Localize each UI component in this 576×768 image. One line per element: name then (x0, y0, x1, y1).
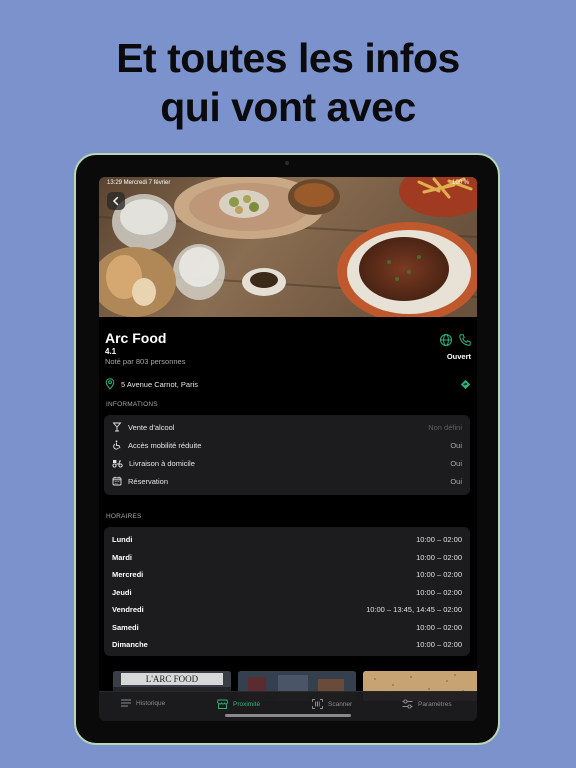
rating-count: Noté par 803 personnes (105, 357, 186, 366)
tab-label: Scanner (328, 700, 353, 708)
restaurant-hero-photo: 13:29 Mercredi 7 février 100 % (99, 177, 477, 317)
home-indicator (225, 714, 351, 717)
back-button[interactable] (107, 192, 125, 210)
barcode-scan-icon (312, 699, 323, 709)
info-value: Non défini (428, 422, 462, 432)
phone-icon[interactable] (458, 333, 472, 347)
status-battery: 100 % (451, 180, 469, 186)
horaires-section-title: HORAIRES (106, 513, 142, 520)
tab-scanner[interactable]: Scanner (312, 699, 352, 709)
hours-value: 10:00 – 02:00 (416, 534, 462, 544)
calendar-icon (112, 476, 122, 486)
delivery-scooter-icon (112, 460, 123, 468)
front-camera (285, 161, 289, 165)
hours-row: Vendredi 10:00 – 13:45, 14:45 – 02:00 (112, 603, 462, 615)
tab-label: Proximité (233, 700, 261, 708)
tab-proximite[interactable]: Proximité (217, 699, 260, 709)
app-screen: 13:29 Mercredi 7 février 100 % Arc Food … (99, 177, 477, 721)
open-status-badge: Ouvert (446, 352, 471, 361)
hours-row: Mardi 10:00 – 02:00 (112, 551, 462, 563)
status-time-date: 13:29 Mercredi 7 février (107, 180, 171, 186)
hours-day: Samedi (112, 622, 139, 632)
horaires-card: Lundi 10:00 – 02:00 Mardi 10:00 – 02:00 … (104, 527, 470, 656)
info-label: Vente d'alcool (128, 422, 175, 432)
restaurant-name: Arc Food (105, 330, 167, 346)
hours-row: Samedi 10:00 – 02:00 (112, 621, 462, 633)
hours-day: Mardi (112, 552, 133, 562)
location-pin-icon (105, 378, 115, 390)
tab-label: Historique (136, 699, 166, 707)
hours-day: Jeudi (112, 587, 132, 597)
hours-day: Lundi (112, 534, 133, 544)
hours-day: Vendredi (112, 604, 144, 614)
status-bar: 13:29 Mercredi 7 février 100 % (107, 180, 469, 190)
info-row-reservation: Réservation Oui (112, 474, 462, 488)
info-value: Oui (450, 458, 462, 468)
restaurant-rating: 4.1 (105, 347, 117, 356)
chevron-left-icon (112, 196, 119, 206)
info-row-delivery: Livraison à domicile Oui (112, 456, 462, 470)
address-row[interactable]: 5 Avenue Carnot, Paris (105, 377, 471, 391)
info-label: Réservation (128, 476, 169, 486)
headline-line-1: Et toutes les infos (116, 35, 460, 81)
tab-label: Paramètres (418, 700, 452, 708)
info-value: Oui (450, 476, 462, 486)
hours-value: 10:00 – 02:00 (416, 639, 462, 649)
hours-row: Dimanche 10:00 – 02:00 (112, 638, 462, 650)
hours-value: 10:00 – 02:00 (416, 587, 462, 597)
directions-icon[interactable] (460, 379, 471, 390)
hours-day: Dimanche (112, 639, 148, 649)
cocktail-glass-icon (112, 422, 122, 432)
list-icon (121, 699, 131, 707)
headline: Et toutes les infos qui vont avec (0, 34, 576, 132)
info-label: Accès mobilité réduite (128, 440, 202, 450)
hours-value: 10:00 – 13:45, 14:45 – 02:00 (366, 604, 462, 614)
info-value: Oui (450, 440, 462, 450)
info-label: Livraison à domicile (129, 458, 195, 468)
wheelchair-icon (113, 440, 121, 450)
hours-row: Mercredi 10:00 – 02:00 (112, 568, 462, 580)
storefront-icon (217, 699, 228, 709)
hours-value: 10:00 – 02:00 (416, 552, 462, 562)
headline-line-2: qui vont avec (160, 84, 416, 130)
storefront-sign-text: L'ARC FOOD (146, 674, 199, 684)
hours-value: 10:00 – 02:00 (416, 569, 462, 579)
informations-card: Vente d'alcool Non défini Accès mobilité… (104, 415, 470, 495)
hours-row: Jeudi 10:00 – 02:00 (112, 586, 462, 598)
hours-day: Mercredi (112, 569, 144, 579)
sliders-icon (402, 699, 413, 709)
restaurant-address: 5 Avenue Carnot, Paris (121, 379, 198, 389)
info-row-accessibility: Accès mobilité réduite Oui (112, 438, 462, 452)
globe-icon[interactable] (439, 333, 453, 347)
hours-value: 10:00 – 02:00 (416, 622, 462, 632)
tab-historique[interactable]: Historique (121, 699, 165, 707)
hours-row: Lundi 10:00 – 02:00 (112, 533, 462, 545)
info-row-alcohol: Vente d'alcool Non défini (112, 420, 462, 434)
tab-parametres[interactable]: Paramètres (402, 699, 452, 709)
food-table-illustration (99, 177, 477, 317)
informations-section-title: INFORMATIONS (106, 401, 158, 408)
